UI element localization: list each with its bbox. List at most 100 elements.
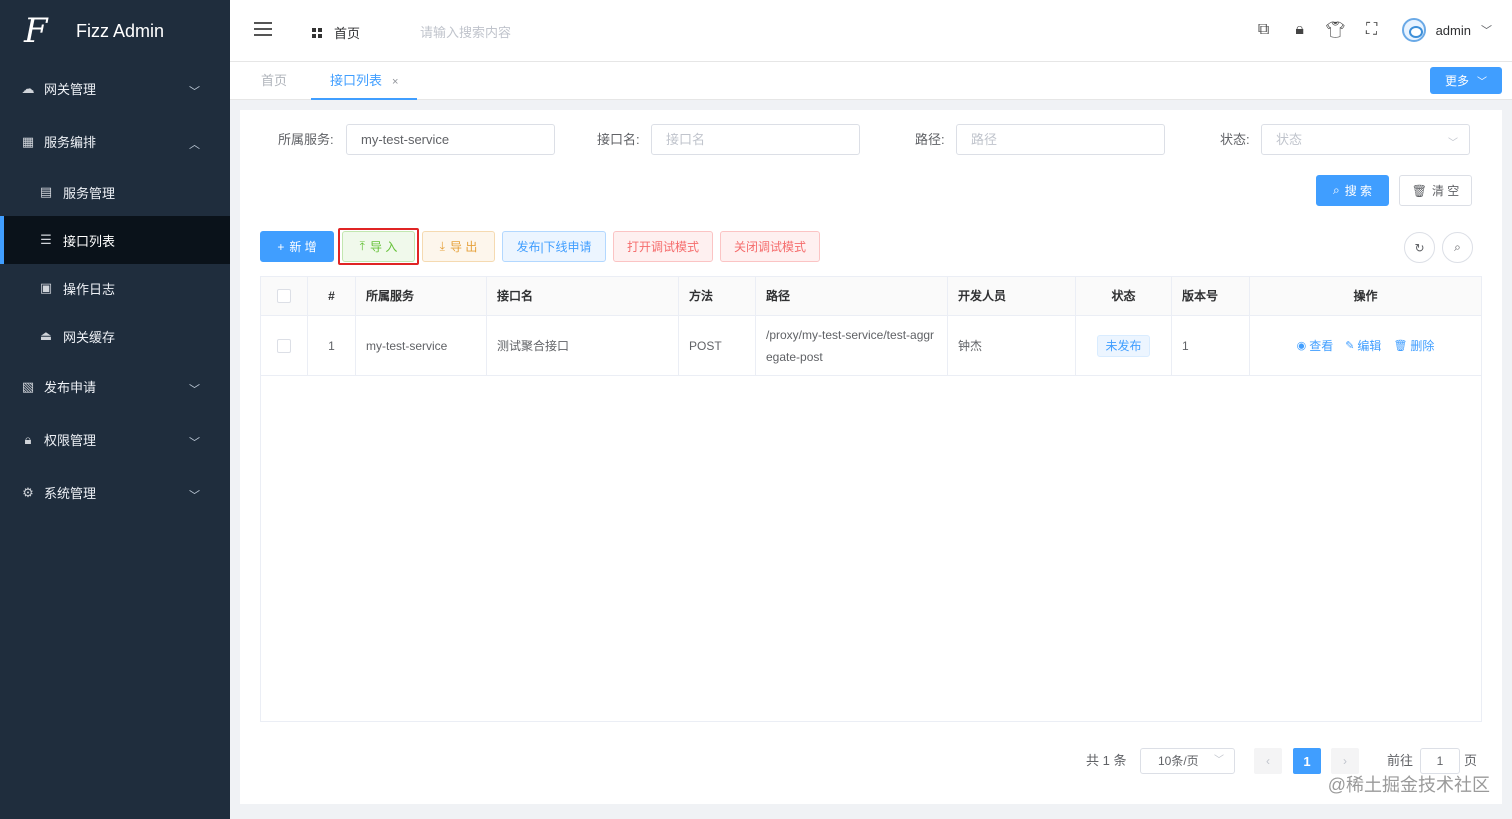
table-row: 1 my-test-service 测试聚合接口 POST /proxy/my-… (261, 316, 1481, 376)
service-field[interactable] (346, 124, 555, 155)
publish-button-label: 发布|下线申请 (516, 240, 592, 254)
theme-shirt-icon[interactable]: 👕︎ (1325, 20, 1345, 40)
delete-label: 删除 (1410, 338, 1435, 353)
chevron-down-icon: ﹀ (189, 489, 200, 502)
edit-link[interactable]: ✎ 编辑 (1345, 335, 1381, 357)
export-button[interactable]: ⤓ 导 出 (422, 231, 495, 262)
hamburger-menu-icon[interactable] (254, 22, 272, 36)
col-header: # (308, 277, 356, 315)
fizz-logo-icon: F (24, 11, 48, 51)
search-button-label: 搜 索 (1344, 184, 1373, 198)
lock-screen-icon[interactable]: 🔒︎ (1290, 20, 1310, 40)
chevron-right-icon: › (1343, 754, 1347, 768)
top-header: 首页 ⧉ 🔒︎ 👕︎ ⛶ admin ﹀ (230, 0, 1512, 62)
chevron-down-icon: ﹀ (189, 85, 200, 98)
add-button[interactable]: + 新 增 (260, 231, 334, 262)
sidebar-subitem-label: 服务管理 (63, 185, 116, 201)
chevron-up-icon: ︿ (189, 138, 200, 151)
row-select-cell (261, 316, 308, 375)
fullscreen-icon[interactable]: ⛶ (1362, 20, 1382, 40)
sidebar-subitem-label: 网关缓存 (63, 329, 116, 345)
sidebar-item-permission[interactable]: 🔒︎ 权限管理 ﹀ (0, 413, 230, 466)
row-method: POST (679, 316, 756, 375)
prev-page-button[interactable]: ‹ (1254, 748, 1282, 774)
path-label: 路径: (915, 132, 945, 147)
eye-icon: ◉ (1296, 339, 1307, 352)
sidebar-item-publish[interactable]: ▧ 发布申请 ﹀ (0, 360, 230, 413)
sidebar-item-label: 权限管理 (44, 433, 97, 448)
delete-link[interactable]: 🗑︎ 删除 (1393, 335, 1434, 357)
sidebar-item-label: 网关管理 (44, 82, 97, 97)
app-title: Fizz Admin (76, 20, 165, 41)
api-name-field[interactable] (651, 124, 860, 155)
refresh-button[interactable]: ↻ (1404, 232, 1435, 263)
chevron-down-icon[interactable]: ﹀ (1481, 22, 1492, 38)
sidebar-subitem-api-list[interactable]: ☰ 接口列表 (0, 216, 230, 264)
download-icon: ⤓ (439, 239, 445, 253)
path-field[interactable] (956, 124, 1165, 155)
status-label: 状态: (1220, 132, 1250, 147)
chevron-down-icon: ﹀ (1477, 77, 1487, 88)
header-search-input[interactable] (420, 20, 600, 44)
sidebar-item-system[interactable]: ⚙ 系统管理 ﹀ (0, 466, 230, 519)
sidebar-subitem-label: 接口列表 (63, 233, 116, 249)
close-icon[interactable]: × (392, 76, 398, 88)
refresh-icon: ↻ (1414, 240, 1425, 255)
apps-icon: ▦ (21, 133, 35, 149)
select-all-checkbox[interactable] (277, 289, 291, 303)
row-service: my-test-service (356, 316, 487, 375)
username[interactable]: admin (1436, 23, 1471, 38)
search-toggle-button[interactable]: ⌕ (1442, 232, 1473, 263)
sidebar-subitem-service-mgmt[interactable]: ▤ 服务管理 (0, 168, 230, 216)
chevron-left-icon: ‹ (1266, 754, 1270, 768)
clear-button-label: 清 空 (1431, 184, 1460, 198)
debug-on-label: 打开调试模式 (626, 240, 699, 254)
cloud-icon: ☁ (21, 80, 35, 96)
page-number-1[interactable]: 1 (1293, 748, 1321, 774)
sidebar-subitem-op-log[interactable]: ▣ 操作日志 (0, 264, 230, 312)
debug-on-button[interactable]: 打开调试模式 (613, 231, 713, 262)
col-header: 状态 (1076, 277, 1172, 315)
api-table: # 所属服务 接口名 方法 路径 开发人员 状态 版本号 操作 1 my-tes… (260, 276, 1482, 722)
row-checkbox[interactable] (277, 338, 291, 353)
col-header: 所属服务 (356, 277, 487, 315)
row-api-name: 测试聚合接口 (487, 316, 679, 375)
export-button-label: 导 出 (449, 240, 478, 254)
debug-off-button[interactable]: 关闭调试模式 (720, 231, 820, 262)
sidebar-item-gateway[interactable]: ☁ 网关管理 ﹀ (0, 62, 230, 115)
chevron-down-icon: ﹀ (1448, 138, 1458, 149)
list-icon: ☰ (40, 232, 52, 247)
tab-api-list[interactable]: 接口列表 × (311, 62, 417, 100)
search-button[interactable]: ⌕ 搜 索 (1316, 175, 1389, 206)
sidebar: F Fizz Admin ☁ 网关管理 ﹀ ▦ 服务编排 ︿ ▤ 服务管理 ☰ … (0, 0, 230, 819)
checklist-icon: ▧ (21, 378, 35, 394)
header-home-link[interactable]: 首页 (312, 23, 360, 42)
watermark: @稀土掘金技术社区 (1327, 775, 1490, 795)
row-developer: 钟杰 (948, 316, 1076, 375)
screenshot-icon[interactable]: ⧉ (1254, 20, 1274, 40)
view-label: 查看 (1309, 338, 1334, 353)
status-badge: 未发布 (1097, 334, 1150, 357)
col-header: 开发人员 (948, 277, 1076, 315)
sidebar-subitem-label: 操作日志 (63, 281, 116, 297)
col-header: 路径 (756, 277, 948, 315)
row-version: 1 (1172, 316, 1250, 375)
tabs-bar: 首页 接口列表 × 更多 ﹀ (230, 62, 1512, 100)
view-link[interactable]: ◉ 查看 (1297, 335, 1334, 357)
tab-label: 接口列表 (330, 73, 383, 88)
col-header: 方法 (679, 277, 756, 315)
cache-icon: ⏏ (39, 328, 53, 343)
tab-home[interactable]: 首页 (261, 62, 287, 100)
publish-offline-button[interactable]: 发布|下线申请 (502, 231, 606, 262)
avatar[interactable] (1401, 18, 1426, 42)
status-select[interactable] (1261, 124, 1470, 155)
gear-icon: ⚙ (22, 484, 34, 500)
clear-button[interactable]: 🗑︎ 清 空 (1399, 175, 1472, 206)
trash-icon: 🗑︎ (1393, 339, 1408, 352)
sidebar-item-orchestration[interactable]: ▦ 服务编排 ︿ (0, 115, 230, 168)
tab-label: 首页 (261, 73, 288, 88)
page-size-select[interactable]: 10条/页 ﹀ (1140, 748, 1235, 774)
more-button[interactable]: 更多 ﹀ (1430, 67, 1502, 94)
sidebar-subitem-cache[interactable]: ⏏ 网关缓存 (0, 312, 230, 360)
page-size-label: 10条/页 (1158, 754, 1199, 768)
